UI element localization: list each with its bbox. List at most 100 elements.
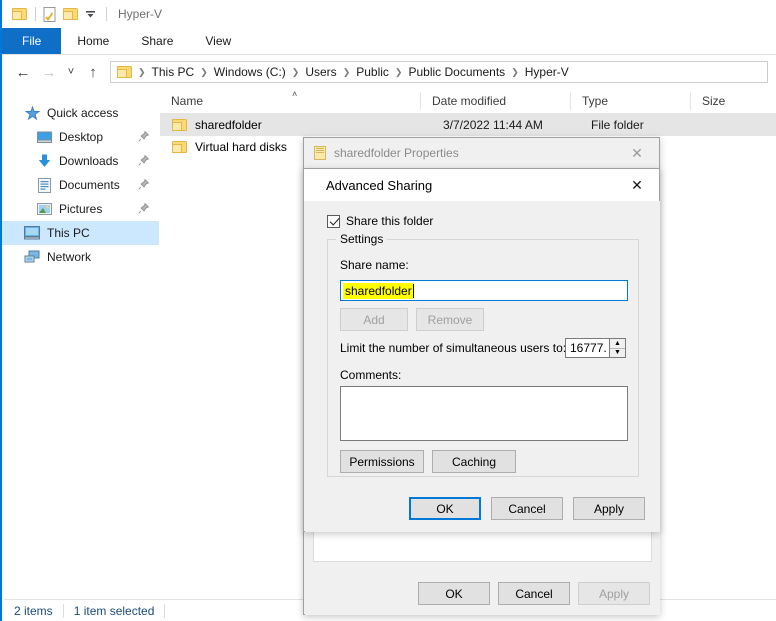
file-date-modified: 3/7/2022 11:44 AM — [443, 118, 543, 132]
table-row[interactable]: sharedfolder 3/7/2022 11:44 AM File fold… — [160, 114, 776, 136]
caching-button[interactable]: Caching — [432, 450, 516, 473]
comments-textarea[interactable] — [340, 386, 628, 441]
download-icon — [36, 153, 52, 169]
limit-users-label: Limit the number of simultaneous users t… — [340, 341, 567, 355]
status-item-count: 2 items — [14, 603, 53, 618]
column-header-type[interactable]: Type — [570, 92, 690, 110]
stepper-up-icon[interactable]: ▲ — [610, 339, 625, 349]
breadcrumb-public[interactable]: Public — [353, 65, 392, 79]
share-this-folder-label: Share this folder — [346, 214, 434, 228]
address-bar[interactable]: ❯ This PC ❯ Windows (C:) ❯ Users ❯ Publi… — [110, 61, 768, 83]
limit-users-value[interactable]: 16777. — [565, 338, 609, 358]
file-type: File folder — [591, 118, 644, 132]
navigation-pane: Quick access Desktop Downloads Documents… — [2, 89, 160, 592]
advanced-sharing-body: Share this folder Settings Share name: s… — [305, 201, 660, 532]
status-selection: 1 item selected — [73, 603, 155, 618]
new-folder-icon[interactable] — [61, 4, 79, 24]
pictures-icon — [36, 201, 52, 217]
checkbox-box[interactable] — [327, 214, 340, 228]
tab-share[interactable]: Share — [125, 28, 189, 54]
limit-users-stepper[interactable]: 16777. ▲ ▼ — [565, 338, 626, 358]
recent-locations-icon[interactable]: ˅ — [62, 59, 80, 85]
breadcrumb-separator: ❯ — [394, 66, 403, 77]
this-pc-icon — [24, 225, 40, 241]
sidebar-item-pictures[interactable]: Pictures — [2, 197, 159, 221]
sidebar-item-network[interactable]: Network — [2, 245, 159, 269]
tab-file[interactable]: File — [2, 28, 62, 54]
sidebar-item-downloads[interactable]: Downloads — [2, 149, 159, 173]
up-button[interactable]: ↑ — [80, 59, 106, 85]
window-title: Hyper-V — [118, 7, 163, 21]
sidebar-label: This PC — [47, 226, 90, 240]
tab-view[interactable]: View — [189, 28, 247, 54]
share-this-folder-checkbox[interactable]: Share this folder — [327, 214, 433, 228]
pin-icon[interactable] — [138, 178, 150, 193]
cancel-button[interactable]: Cancel — [491, 497, 563, 520]
breadcrumb-separator: ❯ — [200, 66, 208, 77]
cancel-button[interactable]: Cancel — [498, 582, 570, 605]
network-icon — [24, 249, 40, 265]
back-button[interactable]: ← — [10, 59, 36, 85]
file-name: sharedfolder — [195, 118, 262, 132]
breadcrumb-windows-c[interactable]: Windows (C:) — [211, 65, 289, 79]
sort-ascending-icon: ˄ — [292, 89, 298, 99]
properties-title: sharedfolder Properties — [334, 146, 459, 160]
sidebar-label: Network — [47, 250, 92, 264]
sidebar-item-this-pc[interactable]: This PC — [2, 221, 159, 245]
text-cursor — [412, 283, 414, 298]
column-header-size[interactable]: Size — [690, 92, 770, 110]
apply-button: Apply — [578, 582, 650, 605]
column-headers: Name Date modified Type Size ˄ — [160, 89, 776, 114]
close-icon[interactable]: ✕ — [615, 170, 659, 201]
breadcrumb-users[interactable]: Users — [302, 65, 339, 79]
breadcrumb-this-pc[interactable]: This PC — [149, 65, 198, 79]
divider — [106, 7, 107, 21]
sidebar-label: Quick access — [47, 106, 119, 120]
sidebar-item-quick-access[interactable]: Quick access — [2, 101, 159, 125]
tab-home[interactable]: Home — [61, 28, 125, 54]
column-header-name[interactable]: Name — [160, 92, 420, 110]
pin-icon[interactable] — [138, 154, 150, 169]
sidebar-label: Downloads — [59, 154, 119, 168]
column-header-date-modified[interactable]: Date modified — [420, 92, 570, 110]
folder-properties-icon — [314, 146, 326, 160]
sidebar-item-desktop[interactable]: Desktop — [2, 125, 159, 149]
apply-button[interactable]: Apply — [573, 497, 645, 520]
advanced-sharing-button-row: OK Cancel Apply — [409, 497, 645, 520]
add-button: Add — [340, 308, 408, 331]
dropdown-icon[interactable] — [81, 4, 99, 24]
ok-button[interactable]: OK — [418, 582, 490, 605]
folder-icon[interactable] — [10, 4, 28, 24]
folder-icon — [172, 141, 187, 153]
divider — [164, 603, 166, 618]
desktop-icon — [36, 129, 52, 145]
ok-button[interactable]: OK — [409, 497, 481, 520]
sidebar-label: Desktop — [59, 130, 104, 144]
advanced-sharing-title-bar[interactable]: Advanced Sharing ✕ — [304, 169, 659, 201]
documents-icon — [36, 177, 52, 193]
sidebar-item-documents[interactable]: Documents — [2, 173, 159, 197]
sidebar-label: Pictures — [59, 202, 103, 216]
stepper-buttons[interactable]: ▲ ▼ — [609, 338, 626, 358]
star-icon — [24, 105, 40, 121]
close-icon[interactable]: ✕ — [615, 139, 659, 168]
pin-icon[interactable] — [138, 130, 150, 145]
properties-icon[interactable] — [41, 4, 59, 24]
breadcrumb-separator: ❯ — [291, 66, 300, 77]
title-bar: Hyper-V — [2, 0, 776, 28]
navigation-bar: ← → ˅ ↑ ❯ This PC ❯ Windows (C:) ❯ Users… — [2, 55, 776, 89]
stepper-down-icon[interactable]: ▼ — [610, 348, 625, 357]
forward-button[interactable]: → — [36, 59, 62, 85]
share-name-value: sharedfolder — [343, 282, 413, 299]
address-folder-icon — [115, 62, 133, 82]
remove-button: Remove — [416, 308, 484, 331]
settings-group-legend: Settings — [336, 232, 388, 246]
breadcrumb-hyper-v[interactable]: Hyper-V — [522, 65, 572, 79]
divider — [35, 7, 36, 21]
properties-title-bar[interactable]: sharedfolder Properties ✕ — [304, 138, 659, 168]
share-name-label: Share name: — [340, 258, 409, 272]
pin-icon[interactable] — [138, 202, 150, 217]
share-name-input[interactable]: sharedfolder — [340, 280, 628, 301]
permissions-button[interactable]: Permissions — [340, 450, 424, 473]
breadcrumb-public-documents[interactable]: Public Documents — [405, 65, 508, 79]
